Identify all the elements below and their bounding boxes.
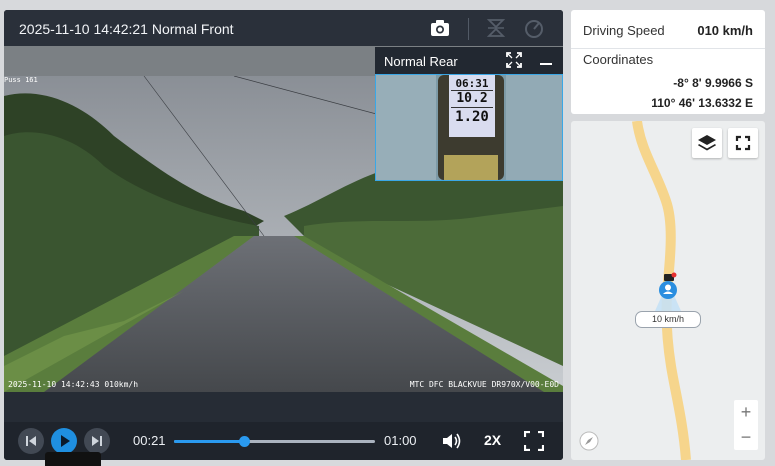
gps-readout: 06:31 10.2 1.20 xyxy=(451,77,493,126)
longitude-value: 110° 46' 13.6332 E xyxy=(651,96,753,110)
compass-icon[interactable] xyxy=(579,431,599,451)
gps-clock: 06:31 xyxy=(455,77,489,90)
layers-icon xyxy=(698,135,716,151)
map-layers-button[interactable] xyxy=(692,128,722,158)
gps-distance: 1.20 xyxy=(451,107,493,126)
driving-speed-row: Driving Speed 010 km/h xyxy=(571,10,765,49)
current-time: 00:21 xyxy=(133,433,166,448)
zoom-in-button[interactable]: + xyxy=(734,400,758,425)
overlay-device: MTC DFC BLACKVUE DR970X/V00-E0D xyxy=(409,380,559,389)
zoom-control: + − xyxy=(734,400,758,450)
previous-button[interactable] xyxy=(18,428,44,454)
zoom-out-button[interactable]: − xyxy=(734,425,758,450)
overlay-timestamp: 2025-11-10 14:42:43 010km/h xyxy=(8,380,139,389)
pip-header: Normal Rear xyxy=(375,47,563,74)
rear-camera-pip[interactable]: Normal Rear 06:31 10.2 1.20 xyxy=(375,47,563,181)
playback-rate-button[interactable]: 2X xyxy=(484,432,501,448)
skip-back-icon xyxy=(26,436,36,446)
play-icon xyxy=(61,435,70,447)
pip-title: Normal Rear xyxy=(384,54,458,69)
seek-bar[interactable] xyxy=(174,436,375,447)
seek-bar-handle[interactable] xyxy=(239,436,251,447)
vehicle-marker[interactable] xyxy=(651,271,685,311)
overlay-speed-tag: Puss 161 xyxy=(4,76,38,84)
next-button[interactable] xyxy=(84,428,110,454)
minimize-icon[interactable] xyxy=(540,63,552,65)
trip-info-panel: Driving Speed 010 km/h Coordinates -8° 8… xyxy=(571,10,765,114)
play-button[interactable] xyxy=(51,428,77,454)
rear-camera-video: 06:31 10.2 1.20 xyxy=(375,74,563,181)
map-speed-label: 10 km/h xyxy=(635,311,701,328)
player-header: 2025-11-10 14:42:21 Normal Front xyxy=(4,10,563,46)
map-view[interactable]: 10 km/h + − xyxy=(571,121,765,460)
latitude-value: -8° 8' 9.9966 S xyxy=(673,76,753,90)
driving-speed-value: 010 km/h xyxy=(697,23,753,38)
bottom-tab xyxy=(45,452,101,466)
camera-snapshot-icon[interactable] xyxy=(429,17,451,39)
speed-gauge-icon[interactable] xyxy=(523,17,545,39)
video-player: 2025-11-10 14:42:21 Normal Front Puss 16… xyxy=(4,10,563,460)
coordinates-label: Coordinates xyxy=(583,52,654,67)
map-fullscreen-button[interactable] xyxy=(728,128,758,158)
end-time: 01:00 xyxy=(384,433,417,448)
volume-icon[interactable] xyxy=(441,431,463,451)
split-view-icon[interactable] xyxy=(485,17,507,39)
video-title: 2025-11-10 14:42:21 Normal Front xyxy=(19,21,234,37)
skip-forward-icon xyxy=(92,436,102,446)
gps-speed: 10.2 xyxy=(451,90,493,107)
seek-bar-progress xyxy=(174,440,245,443)
fullscreen-icon xyxy=(735,135,751,151)
header-divider xyxy=(468,18,469,40)
expand-icon[interactable] xyxy=(506,52,522,68)
driving-speed-label: Driving Speed xyxy=(583,23,665,38)
fullscreen-icon[interactable] xyxy=(524,431,544,451)
